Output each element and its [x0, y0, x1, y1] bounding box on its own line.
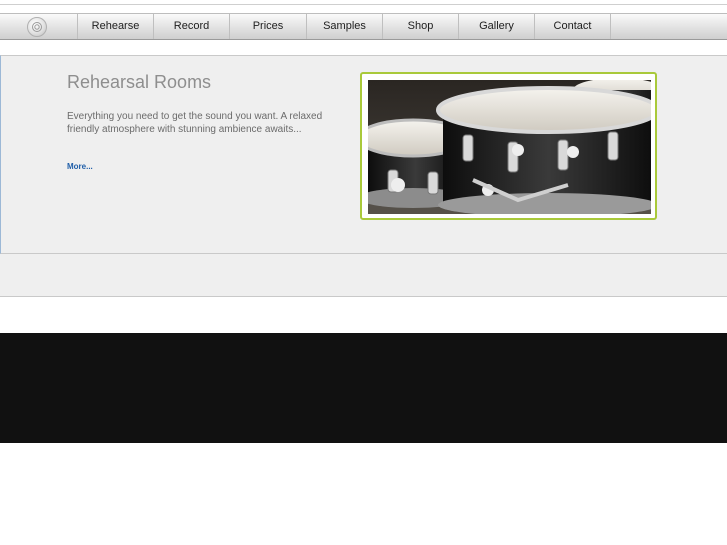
nav-samples[interactable]: Samples: [306, 14, 382, 39]
main-navigation: Rehearse Record Prices Samples Shop Gall…: [0, 13, 727, 40]
nav-spacer: [610, 14, 727, 39]
nav-prices[interactable]: Prices: [229, 14, 306, 39]
nav-gallery[interactable]: Gallery: [458, 14, 534, 39]
top-divider: [0, 4, 727, 5]
page-title: Rehearsal Rooms: [67, 72, 212, 92]
content-band: [0, 254, 727, 297]
hero-description: Everything you need to get the sound you…: [67, 111, 323, 135]
nav-record[interactable]: Record: [153, 14, 229, 39]
more-link[interactable]: More...: [67, 162, 93, 171]
logo-icon[interactable]: [27, 17, 47, 37]
nav-contact[interactable]: Contact: [534, 14, 610, 39]
nav-rehearse[interactable]: Rehearse: [77, 14, 153, 39]
footer-bar: [0, 333, 727, 443]
nav-shop[interactable]: Shop: [382, 14, 458, 39]
hero-photo-frame: [360, 72, 657, 220]
drum-kit-photo: [368, 80, 651, 214]
